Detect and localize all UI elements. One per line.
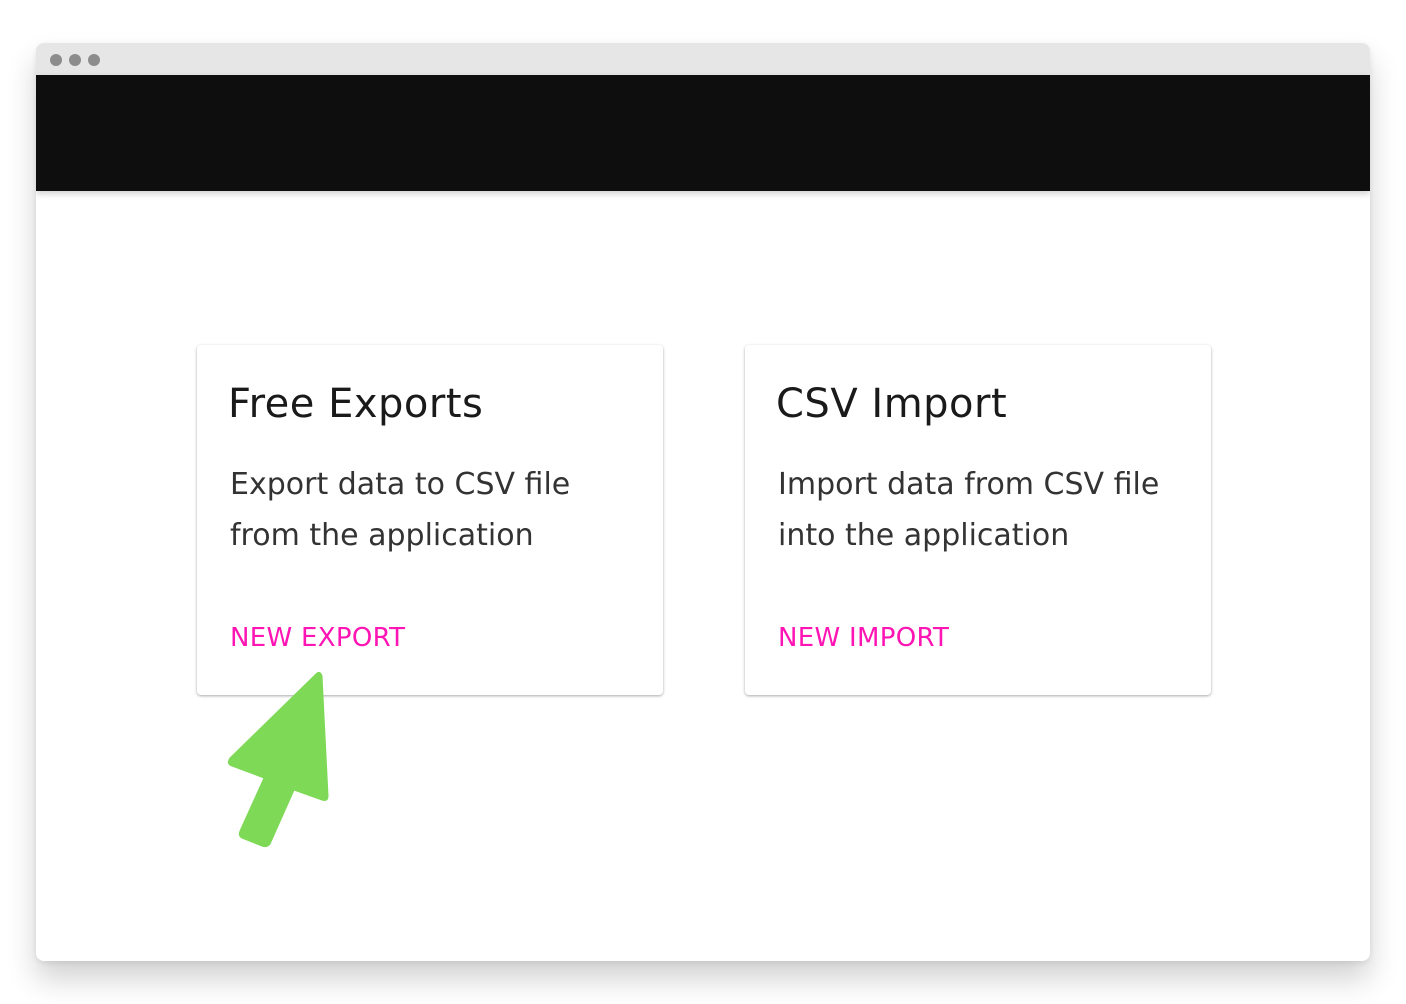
import-card-description: Import data from CSV file into the appli… xyxy=(778,467,1160,553)
window-dot-icon[interactable] xyxy=(88,54,100,66)
window-dot-icon[interactable] xyxy=(69,54,81,66)
new-export-button[interactable]: NEW EXPORT xyxy=(230,623,405,653)
window-dot-icon[interactable] xyxy=(50,54,62,66)
window-titlebar xyxy=(36,43,1370,75)
import-card: CSV Import Import data from CSV file int… xyxy=(745,345,1211,695)
export-card-description: Export data to CSV file from the applica… xyxy=(230,467,571,553)
app-header-bar xyxy=(36,75,1370,191)
export-card: Free Exports Export data to CSV file fro… xyxy=(197,345,663,695)
import-card-title: CSV Import xyxy=(776,381,1008,427)
new-import-button[interactable]: NEW IMPORT xyxy=(778,623,949,653)
arrow-pointer-icon xyxy=(227,671,329,848)
export-card-title: Free Exports xyxy=(228,381,484,427)
